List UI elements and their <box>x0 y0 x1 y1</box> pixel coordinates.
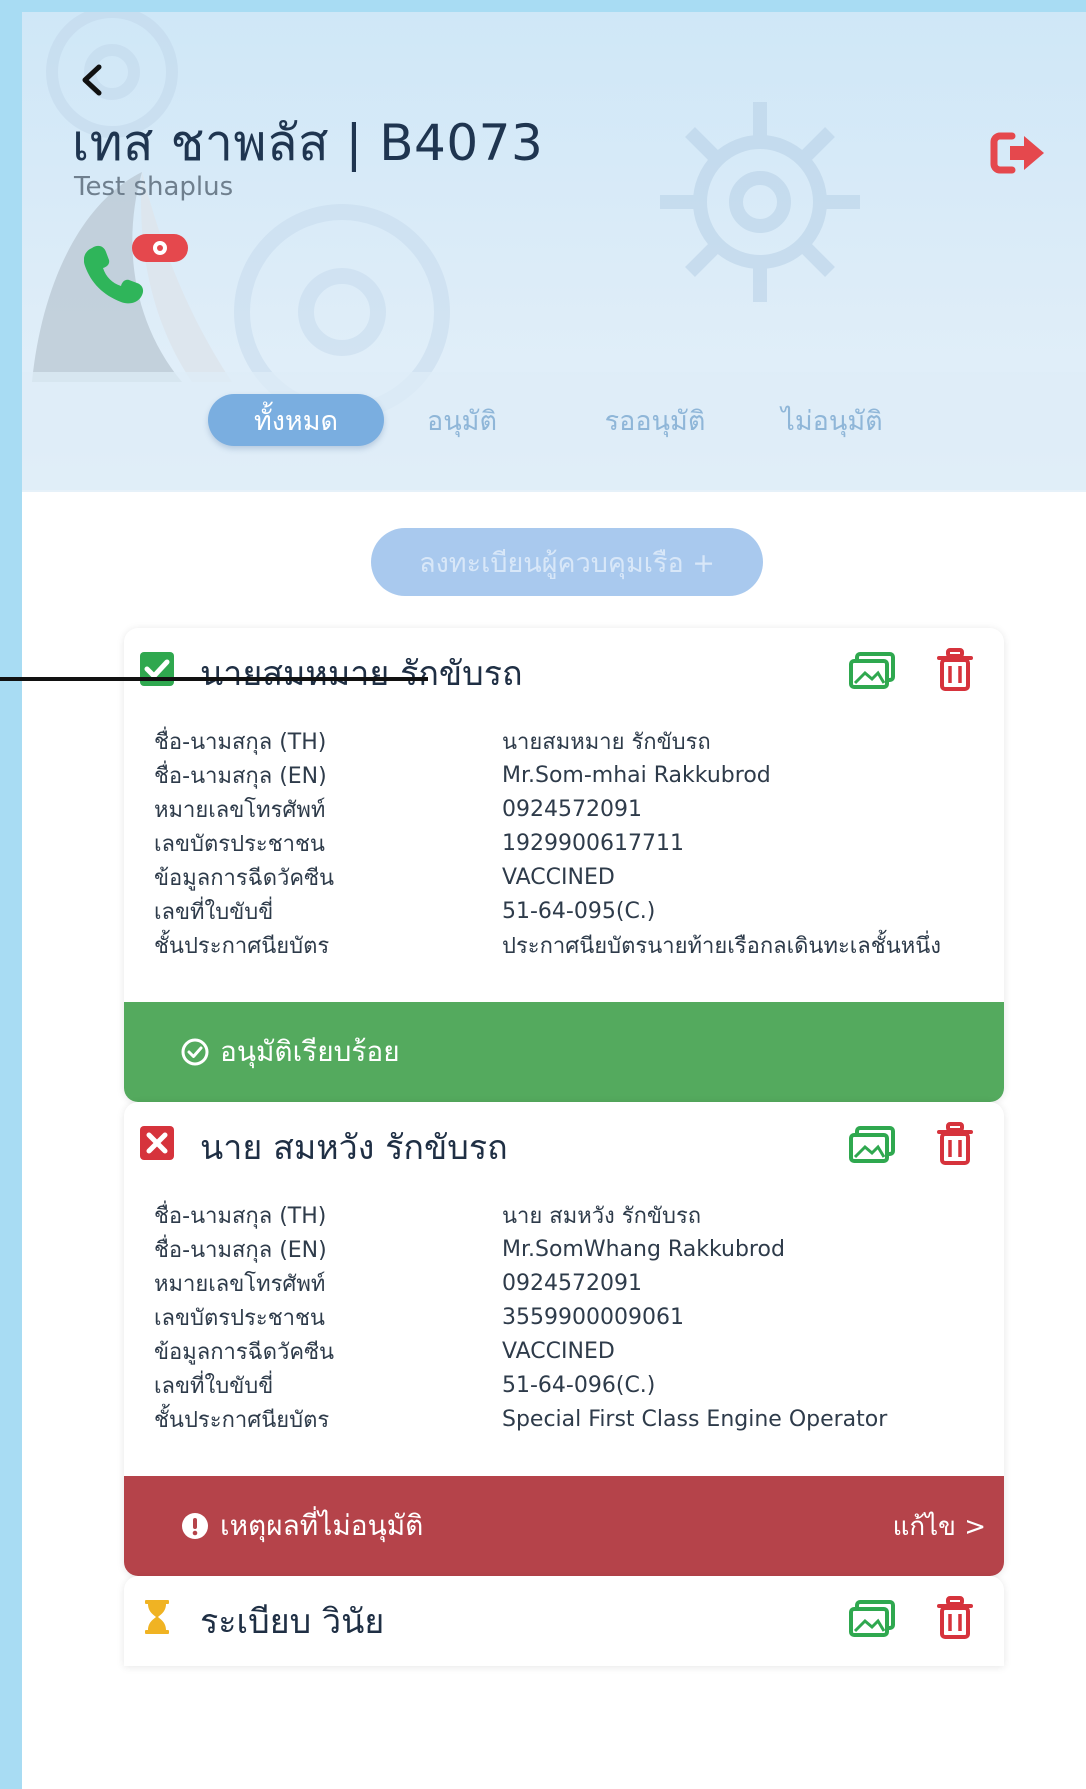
page-subtitle: Test shaplus <box>74 172 234 202</box>
image-icon[interactable] <box>848 1600 896 1638</box>
field-value: นาย สมหวัง รักขับรถ <box>502 1203 702 1229</box>
detail-row: ชื่อ-นามสกุล (TH) นาย สมหวัง รักขับรถ <box>154 1198 1004 1232</box>
check-circle-icon <box>181 1038 209 1066</box>
field-value: นายสมหมาย รักขับรถ <box>502 729 711 755</box>
operator-card: นาย สมหวัง รักขับรถ ชื่อ-นามสกุล (TH) นาย… <box>124 1102 1004 1576</box>
field-value: 51-64-095(C.) <box>502 898 656 924</box>
approved-status-text: อนุมัติเรียบร้อย <box>220 1035 400 1068</box>
detail-row: ข้อมูลการฉีดวัคซีน VACCINED <box>154 860 1004 894</box>
trash-icon[interactable] <box>936 1596 974 1640</box>
annotation-line <box>0 677 428 681</box>
field-label: เลขบัตรประชาชน <box>154 831 325 857</box>
operator-details: ชื่อ-นามสกุล (TH) นาย สมหวัง รักขับรถ ชื่… <box>124 1188 1004 1436</box>
detail-row: ชื่อ-นามสกุล (EN) Mr.SomWhang Rakkubrod <box>154 1232 1004 1266</box>
tab-approved[interactable]: อนุมัติ <box>412 394 512 446</box>
rejection-reason[interactable]: เหตุผลที่ไม่อนุมัติ <box>180 1504 423 1548</box>
field-label: ชื่อ-นามสกุล (EN) <box>154 1237 327 1263</box>
field-label: เลขที่ใบขับขี่ <box>154 899 274 925</box>
detail-row: ชั้นประกาศนียบัตร ประกาศนียบัตรนายท้ายเรื… <box>154 928 1004 962</box>
field-label: หมายเลขโทรศัพท์ <box>154 1271 326 1297</box>
exclamation-circle-icon <box>182 1513 208 1539</box>
field-value: ประกาศนียบัตรนายท้ายเรือกลเดินทะเลชั้นหน… <box>502 933 942 959</box>
operator-card: ระเบียบ วินัย <box>124 1576 1004 1666</box>
field-value: Special First Class Engine Operator <box>502 1406 888 1432</box>
detail-row: เลขที่ใบขับขี่ 51-64-096(C.) <box>154 1368 1004 1402</box>
image-icon[interactable] <box>848 1126 896 1164</box>
trash-icon[interactable] <box>936 1122 974 1166</box>
operator-name: นาย สมหวัง รักขับรถ <box>200 1128 508 1168</box>
ship-wheel-decoration-icon <box>660 102 860 302</box>
tab-rejected[interactable]: ไม่อนุมัติ <box>772 394 892 446</box>
detail-row: หมายเลขโทรศัพท์ 0924572091 <box>154 1266 1004 1300</box>
field-value: 0924572091 <box>502 796 642 822</box>
field-value: Mr.Som-mhai Rakkubrod <box>502 762 771 788</box>
operator-card: นายสมหมาย รักขับรถ ชื่อ-นามสกุล (TH) นายส… <box>124 628 1004 1102</box>
field-value: Mr.SomWhang Rakkubrod <box>502 1236 785 1262</box>
detail-row: ชื่อ-นามสกุล (TH) นายสมหมาย รักขับรถ <box>154 724 1004 758</box>
field-label: ข้อมูลการฉีดวัคซีน <box>154 1339 335 1365</box>
phone-settings-icon <box>83 234 188 304</box>
image-icon[interactable] <box>848 652 896 690</box>
rejected-status-bar: เหตุผลที่ไม่อนุมัติ แก้ไข > <box>124 1476 1004 1576</box>
field-label: หมายเลขโทรศัพท์ <box>154 797 326 823</box>
logout-icon <box>990 132 1044 174</box>
approved-status-bar: อนุมัติเรียบร้อย <box>124 1002 1004 1102</box>
field-label: ข้อมูลการฉีดวัคซีน <box>154 865 335 891</box>
check-box-icon <box>140 652 174 686</box>
field-label: เลขที่ใบขับขี่ <box>154 1373 274 1399</box>
field-label: ชื่อ-นามสกุล (EN) <box>154 763 327 789</box>
detail-row: ชั้นประกาศนียบัตร Special First Class Eng… <box>154 1402 1004 1436</box>
field-label: ชั้นประกาศนียบัตร <box>154 933 330 959</box>
field-value: 1929900617711 <box>502 830 684 856</box>
logout-button[interactable] <box>990 130 1048 180</box>
field-label: ชื่อ-นามสกุล (TH) <box>154 729 327 755</box>
edit-link[interactable]: แก้ไข > <box>893 1506 986 1547</box>
filter-tab-bar <box>22 372 1086 492</box>
detail-row: เลขที่ใบขับขี่ 51-64-095(C.) <box>154 894 1004 928</box>
field-value: VACCINED <box>502 1338 615 1364</box>
back-button[interactable] <box>72 60 112 100</box>
rejection-reason-text: เหตุผลที่ไม่อนุมัติ <box>220 1509 424 1542</box>
detail-row: ข้อมูลการฉีดวัคซีน VACCINED <box>154 1334 1004 1368</box>
detail-row: เลขบัตรประชาชน 3559900009061 <box>154 1300 1004 1334</box>
field-value: 3559900009061 <box>502 1304 684 1330</box>
trash-icon[interactable] <box>936 648 974 692</box>
tab-pending[interactable]: รออนุมัติ <box>590 394 720 446</box>
chevron-left-icon <box>82 64 102 96</box>
field-value: 0924572091 <box>502 1270 642 1296</box>
detail-row: เลขบัตรประชาชน 1929900617711 <box>154 826 1004 860</box>
card-header: ระเบียบ วินัย <box>124 1576 1004 1662</box>
detail-row: หมายเลขโทรศัพท์ 0924572091 <box>154 792 1004 826</box>
field-label: ชั้นประกาศนียบัตร <box>154 1407 330 1433</box>
field-label: ชื่อ-นามสกุล (TH) <box>154 1203 327 1229</box>
hourglass-icon <box>145 1600 169 1634</box>
detail-row: ชื่อ-นามสกุล (EN) Mr.Som-mhai Rakkubrod <box>154 758 1004 792</box>
app-screen: เทส ชาพลัส | B4073 Test shaplus ทั้งหมด … <box>22 12 1086 1789</box>
field-label: เลขบัตรประชาชน <box>154 1305 325 1331</box>
approved-status: อนุมัติเรียบร้อย <box>180 1030 400 1074</box>
operator-name: ระเบียบ วินัย <box>200 1602 385 1642</box>
register-operator-button[interactable]: ลงทะเบียนผู้ควบคุมเรือ + <box>371 528 763 596</box>
phone-settings-button[interactable] <box>83 230 194 308</box>
field-value: 51-64-096(C.) <box>502 1372 656 1398</box>
card-header: นายสมหมาย รักขับรถ <box>124 628 1004 714</box>
operator-name: นายสมหมาย รักขับรถ <box>200 654 523 694</box>
card-header: นาย สมหวัง รักขับรถ <box>124 1102 1004 1188</box>
tab-all[interactable]: ทั้งหมด <box>208 394 384 446</box>
operator-details: ชื่อ-นามสกุล (TH) นายสมหมาย รักขับรถ ชื่อ… <box>124 714 1004 962</box>
field-value: VACCINED <box>502 864 615 890</box>
x-box-icon <box>140 1126 174 1160</box>
